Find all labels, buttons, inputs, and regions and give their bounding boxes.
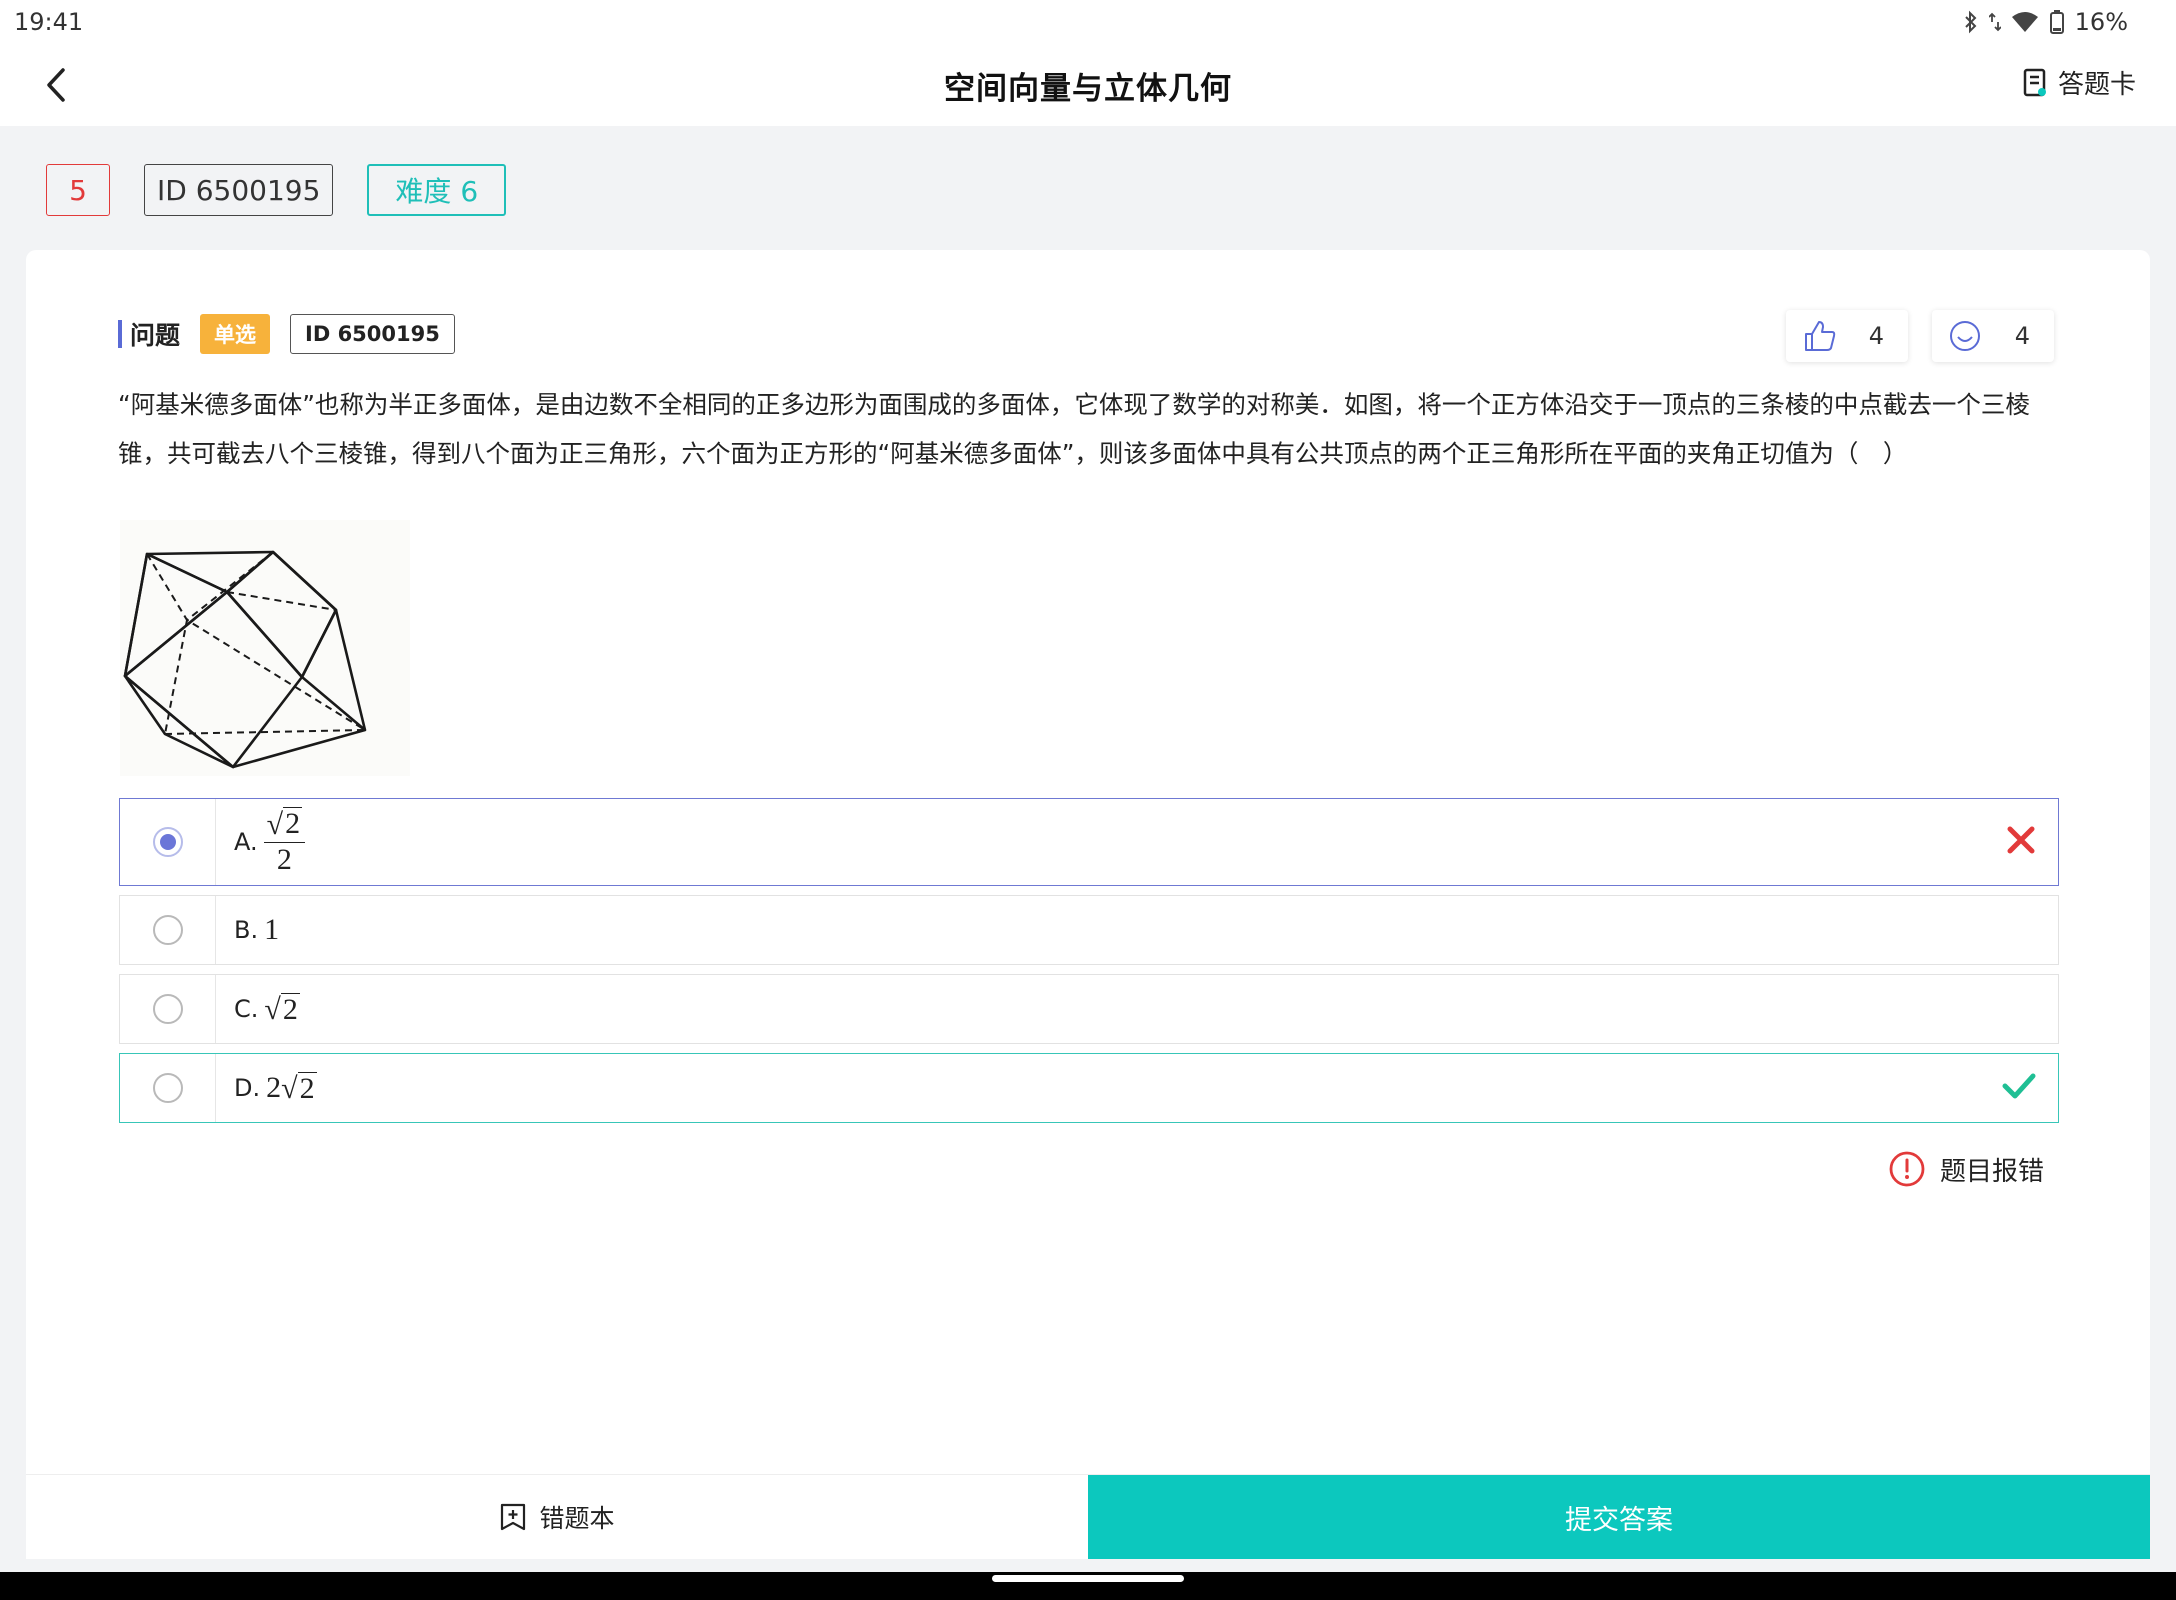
answer-card-label: 答题卡 <box>2057 70 2136 100</box>
option-c-radio[interactable] <box>152 994 183 1024</box>
question-label: 问题 <box>118 316 180 352</box>
option-b-radio[interactable] <box>152 915 183 945</box>
like-button[interactable]: 4 <box>1786 310 1908 362</box>
smile-count: 4 <box>2014 322 2030 350</box>
wifi-icon <box>2011 12 2038 32</box>
bottom-action-bar: 错题本 提交答案 <box>26 1474 2150 1559</box>
report-error-button[interactable]: 题目报错 <box>1888 1150 2044 1188</box>
smile-button[interactable]: 4 <box>1932 310 2054 362</box>
top-bar: 空间向量与立体几何 答题卡 <box>0 44 2176 126</box>
submit-answer-button[interactable]: 提交答案 <box>1088 1475 2150 1559</box>
question-number-tag: 5 <box>46 164 110 216</box>
status-bar: 19:41 16% <box>0 0 2176 44</box>
option-d-coefficient: 2 <box>266 1071 282 1104</box>
alert-circle-icon <box>1889 1151 1925 1187</box>
option-d-sqrt: √ 2 <box>281 1071 317 1106</box>
question-id-tag: ID 6500195 <box>144 164 334 216</box>
accent-bar <box>118 320 122 348</box>
question-card: 问题 单选 ID 6500195 4 4 “阿基米德多面体”也称为半正多面体，是… <box>26 250 2150 1559</box>
smile-icon <box>1950 321 1980 351</box>
option-a[interactable]: A. √ 2 2 <box>119 798 2059 886</box>
option-b-radio-cell <box>120 896 216 964</box>
wrong-icon <box>2006 825 2036 859</box>
option-c-radicand: 2 <box>280 992 300 1026</box>
option-c-radio-cell <box>120 975 216 1043</box>
option-d-radio-cell <box>120 1054 216 1122</box>
option-a-radio[interactable] <box>152 827 183 857</box>
battery-icon <box>2049 10 2064 34</box>
option-c[interactable]: C. √ 2 <box>119 974 2059 1044</box>
answer-sheet-icon <box>2023 68 2046 96</box>
status-time: 19:41 <box>14 8 84 36</box>
wrong-book-label: 错题本 <box>539 1504 615 1533</box>
option-a-denominator: 2 <box>276 842 292 876</box>
option-b-value: 1 <box>264 913 280 946</box>
page-title: 空间向量与立体几何 <box>944 70 1232 107</box>
option-a-content: A. √ 2 2 <box>216 807 306 877</box>
option-b[interactable]: B. 1 <box>119 895 2059 965</box>
option-a-letter: A. <box>234 828 258 856</box>
question-id-badge: ID 6500195 <box>290 314 455 354</box>
question-type-badge: 单选 <box>200 314 271 354</box>
option-d[interactable]: D. 2 √ 2 <box>119 1053 2059 1123</box>
question-text: “阿基米德多面体”也称为半正多面体，是由边数不全相同的正多边形为面围成的多面体，… <box>118 390 2030 468</box>
option-d-content: D. 2 √ 2 <box>216 1071 317 1105</box>
option-b-letter: B. <box>234 916 259 944</box>
option-d-letter: D. <box>234 1074 261 1102</box>
home-gesture-handle[interactable] <box>992 1575 1184 1582</box>
option-c-content: C. √ 2 <box>216 992 300 1027</box>
question-label-text: 问题 <box>130 321 181 350</box>
difficulty-tag: 难度 6 <box>367 164 507 216</box>
bookmark-add-icon <box>501 1503 526 1531</box>
option-c-letter: C. <box>234 995 259 1023</box>
answer-options: A. √ 2 2 B. 1 C. √ 2 D. 2 √ 2 <box>119 798 2059 1132</box>
option-a-numerator: 2 <box>283 807 303 841</box>
like-count: 4 <box>1868 322 1884 350</box>
thumbs-up-icon <box>1805 321 1836 351</box>
option-a-fraction: √ 2 2 <box>263 807 306 877</box>
reactions: 4 4 <box>1786 310 2054 362</box>
option-d-radicand: 2 <box>297 1071 317 1105</box>
option-b-content: B. 1 <box>216 913 279 947</box>
answer-card-button[interactable]: 答题卡 <box>2022 64 2136 101</box>
check-icon <box>2002 1072 2036 1104</box>
report-error-label: 题目报错 <box>1939 1156 2044 1187</box>
polyhedron-figure <box>120 520 410 776</box>
back-button[interactable] <box>36 64 76 106</box>
option-d-radio[interactable] <box>152 1073 183 1103</box>
bluetooth-icon <box>1964 10 1977 34</box>
data-arrows-icon <box>1988 12 2001 32</box>
option-c-sqrt: √ 2 <box>264 992 300 1027</box>
battery-percent: 16% <box>2074 8 2128 36</box>
option-a-radio-cell <box>120 799 216 885</box>
question-header: 问题 单选 ID 6500195 <box>118 314 455 354</box>
status-icons: 16% <box>1963 8 2128 36</box>
question-tags: 5 ID 6500195 难度 6 <box>46 164 507 216</box>
wrong-book-button[interactable]: 错题本 <box>26 1475 1088 1559</box>
chevron-left-icon <box>47 68 65 102</box>
